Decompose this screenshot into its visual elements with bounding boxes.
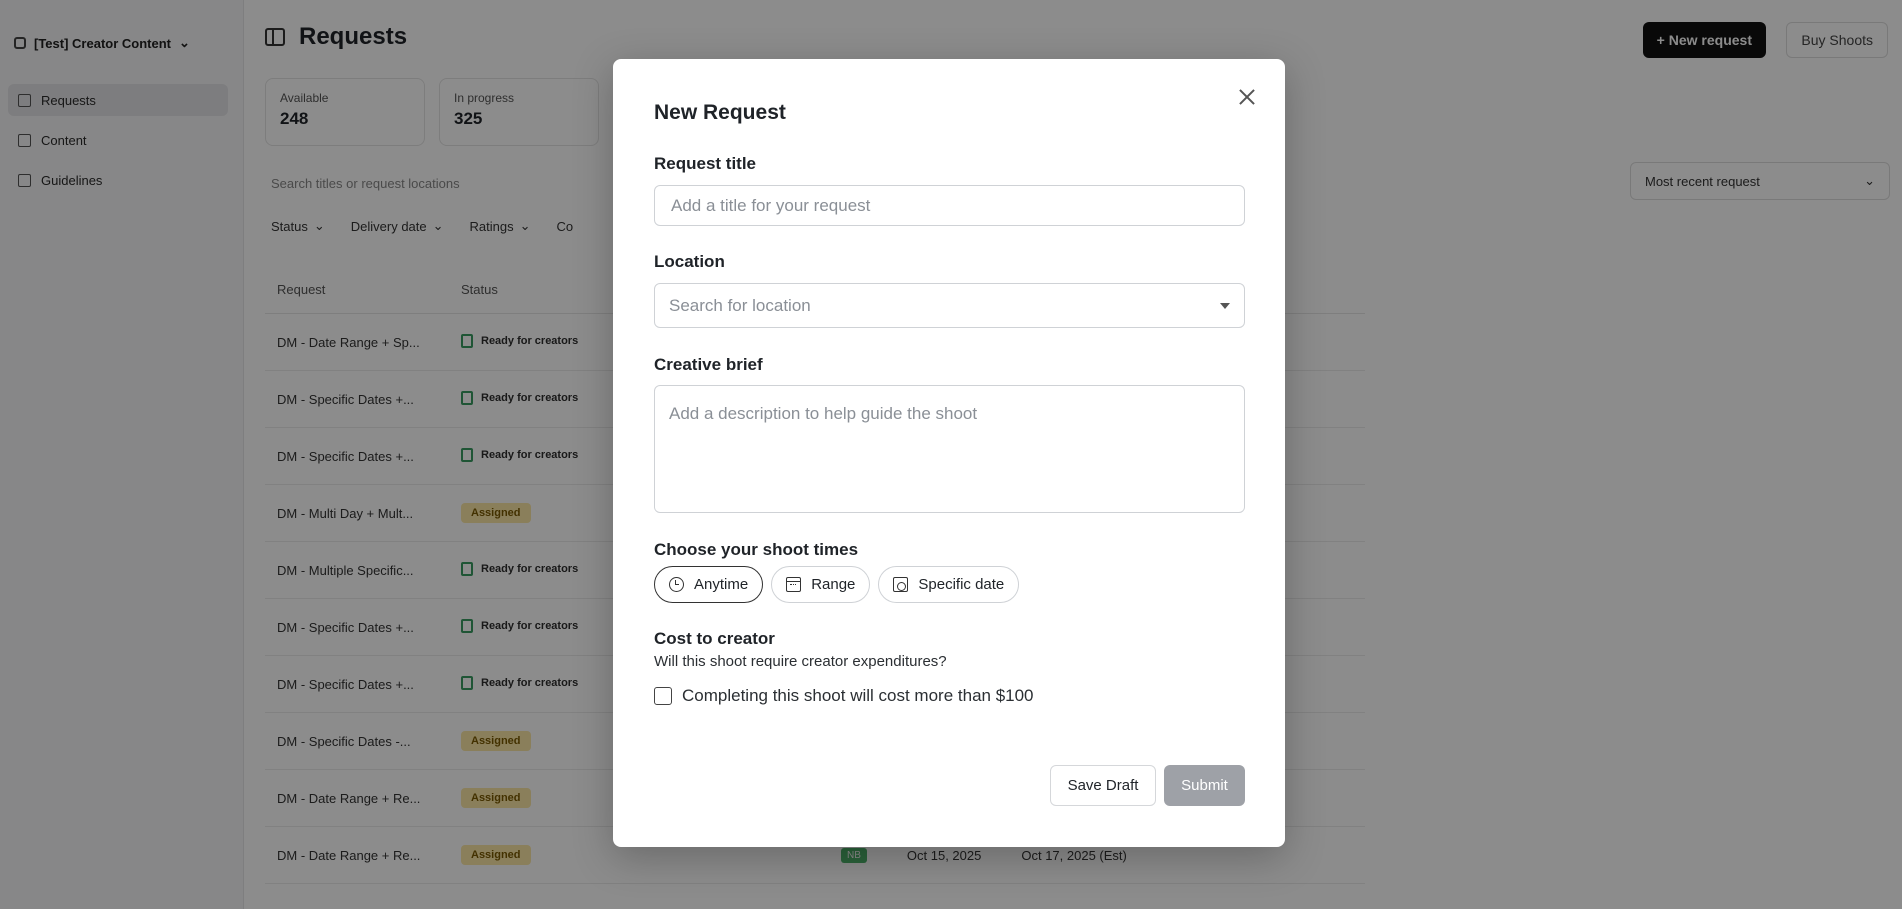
shoot-time-specific-date[interactable]: Specific date	[878, 566, 1020, 603]
location-label: Location	[654, 252, 725, 271]
shoot-time-options: Anytime Range Specific date	[654, 566, 1020, 603]
submit-button[interactable]: Submit	[1164, 765, 1245, 806]
shoot-time-range[interactable]: Range	[771, 566, 871, 603]
shoot-time-anytime[interactable]: Anytime	[654, 566, 764, 603]
creative-brief-textarea[interactable]	[654, 385, 1245, 513]
save-draft-button[interactable]: Save Draft	[1050, 765, 1156, 806]
shoot-times-label: Choose your shoot times	[654, 540, 859, 559]
cost-label: Cost to creator	[654, 629, 775, 648]
creative-brief-label: Creative brief	[654, 355, 763, 374]
calendar-icon	[786, 577, 802, 592]
cost-checkbox-label[interactable]: Completing this shoot will cost more tha…	[682, 686, 1034, 706]
cost-checkbox-row[interactable]: Completing this shoot will cost more tha…	[654, 686, 1034, 706]
request-title-label: Request title	[654, 154, 757, 173]
close-icon[interactable]	[1235, 85, 1259, 109]
new-request-modal: New Request Request title Location Searc…	[613, 59, 1285, 847]
location-placeholder: Search for location	[669, 295, 811, 315]
clock-icon	[669, 577, 684, 592]
pill-label: Range	[811, 576, 856, 593]
location-select[interactable]: Search for location	[654, 283, 1245, 328]
calendar-clock-icon	[893, 577, 909, 592]
caret-down-icon	[1220, 302, 1230, 309]
cost-checkbox[interactable]	[654, 687, 672, 705]
pill-label: Anytime	[694, 576, 749, 593]
cost-sublabel: Will this shoot require creator expendit…	[654, 653, 947, 670]
pill-label: Specific date	[918, 576, 1005, 593]
request-title-input[interactable]	[654, 185, 1245, 226]
modal-title: New Request	[654, 101, 786, 124]
